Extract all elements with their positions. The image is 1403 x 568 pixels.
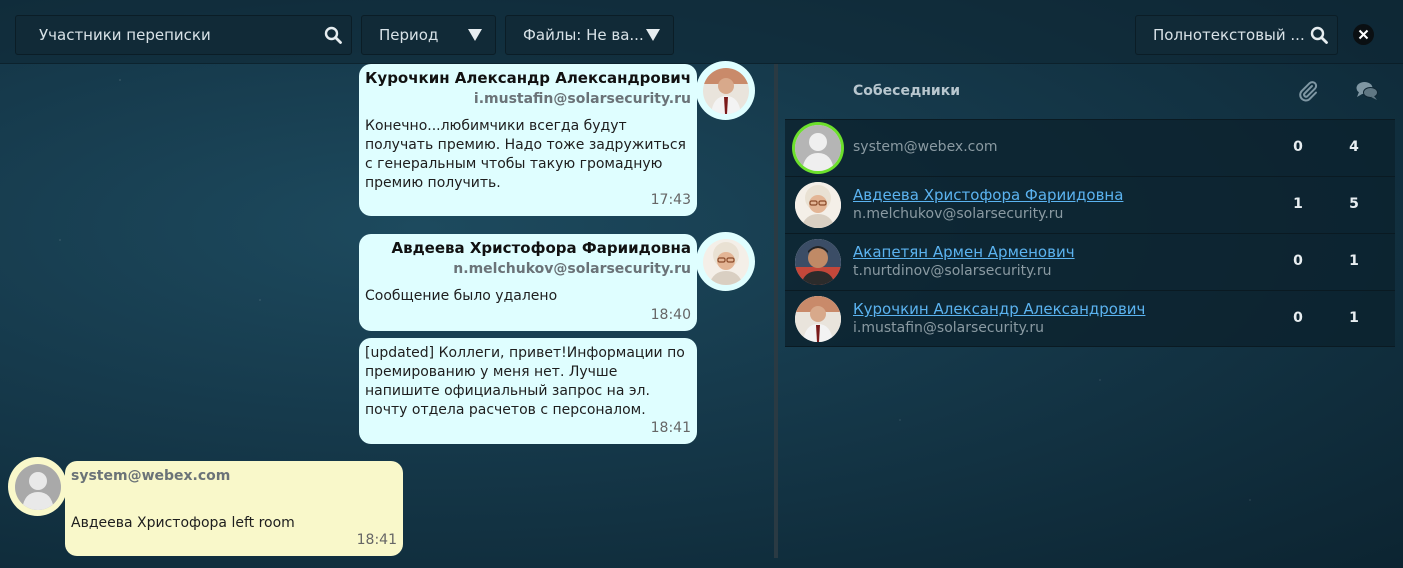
participant-email: n.melchukov@solarsecurity.ru: [853, 206, 1064, 222]
sender-email: system@webex.com: [71, 468, 231, 484]
sender-email: i.mustafin@solarsecurity.ru: [473, 91, 691, 107]
messages-count: 5: [1349, 196, 1359, 212]
avatar: [795, 296, 841, 342]
message-text: Сообщение было удалено: [365, 288, 558, 304]
period-dropdown[interactable]: Период: [361, 15, 496, 55]
files-count: 1: [1293, 196, 1303, 212]
person-photo-icon: [702, 67, 749, 114]
participants-panel: Собеседники system@webex.com 0 4 Авдеева…: [785, 64, 1395, 347]
person-photo-icon: [795, 182, 841, 228]
fulltext-search-label: Полнотекстовый ...: [1153, 26, 1305, 44]
message-time: 18:41: [356, 532, 397, 548]
participants-title: Собеседники: [853, 83, 961, 99]
message-list[interactable]: Курочкин Александр Александрович i.musta…: [0, 61, 775, 568]
files-count: 0: [1293, 310, 1303, 326]
participant-name-link[interactable]: Курочкин Александр Александрович: [853, 300, 1145, 318]
messages-count: 4: [1349, 139, 1359, 155]
search-icon[interactable]: [1310, 26, 1328, 44]
message-bubble: [updated] Коллеги, привет!Информации по …: [359, 338, 697, 444]
messages-count: 1: [1349, 310, 1359, 326]
message-time: 17:43: [650, 192, 691, 208]
system-message-bubble: system@webex.com Авдеева Христофора left…: [65, 461, 403, 556]
participant-email: i.mustafin@solarsecurity.ru: [853, 320, 1044, 336]
person-photo-icon: [795, 296, 841, 342]
message-text: [updated] Коллеги, привет!Информации по …: [365, 345, 685, 418]
sender-name: Авдеева Христофора Фариидовна: [391, 239, 691, 257]
default-user-icon: [795, 125, 841, 171]
message-text: Конечно...любимчики всегда будут получат…: [365, 118, 686, 191]
message-text: Авдеева Христофора left room: [71, 515, 295, 531]
files-count: 0: [1293, 253, 1303, 269]
messages-count: 1: [1349, 253, 1359, 269]
participant-name-link[interactable]: Акапетян Армен Арменович: [853, 243, 1075, 261]
person-photo-icon: [702, 238, 749, 285]
files-count: 0: [1293, 139, 1303, 155]
person-photo-icon: [795, 239, 841, 285]
default-user-icon: [14, 463, 61, 510]
participant-name-link[interactable]: Авдеева Христофора Фариидовна: [853, 186, 1123, 204]
message-time: 18:41: [650, 420, 691, 436]
participant-row[interactable]: Авдеева Христофора Фариидовна n.melchuko…: [785, 176, 1395, 233]
chevron-down-icon: [468, 29, 482, 41]
fulltext-search-field[interactable]: Полнотекстовый ...: [1135, 15, 1338, 55]
participant-row[interactable]: Акапетян Армен Арменович t.nurtdinov@sol…: [785, 233, 1395, 290]
files-label: Файлы: Не ва...: [523, 26, 644, 44]
participant-email: t.nurtdinov@solarsecurity.ru: [853, 263, 1052, 279]
sender-name: Курочкин Александр Александрович: [365, 69, 691, 87]
avatar: [696, 232, 755, 291]
participants-header: Собеседники: [785, 64, 1395, 119]
close-icon: [1358, 29, 1369, 40]
participant-email: system@webex.com: [853, 139, 998, 155]
avatar: [8, 457, 67, 516]
message-bubble: Авдеева Христофора Фариидовна n.melchuko…: [359, 234, 697, 331]
files-dropdown[interactable]: Файлы: Не ва...: [505, 15, 674, 55]
participants-search-field[interactable]: Участники переписки: [15, 15, 352, 55]
filter-toolbar: Участники переписки Период Файлы: Не ва.…: [0, 0, 1403, 64]
avatar: [795, 239, 841, 285]
avatar: [696, 61, 755, 120]
participant-row[interactable]: Курочкин Александр Александрович i.musta…: [785, 290, 1395, 347]
chevron-down-icon: [646, 29, 660, 41]
participants-search-label: Участники переписки: [39, 26, 211, 44]
sender-email: n.melchukov@solarsecurity.ru: [453, 261, 691, 277]
avatar: [795, 182, 841, 228]
message-time: 18:40: [650, 307, 691, 323]
search-icon[interactable]: [324, 26, 342, 44]
message-bubble: Курочкин Александр Александрович i.musta…: [359, 64, 697, 216]
close-button[interactable]: [1353, 24, 1374, 45]
paperclip-icon[interactable]: [1297, 80, 1319, 102]
chat-scrollbar[interactable]: [774, 64, 778, 558]
messages-icon[interactable]: [1355, 80, 1379, 102]
avatar: [795, 125, 841, 171]
participant-row[interactable]: system@webex.com 0 4: [785, 119, 1395, 176]
period-label: Период: [379, 26, 439, 44]
